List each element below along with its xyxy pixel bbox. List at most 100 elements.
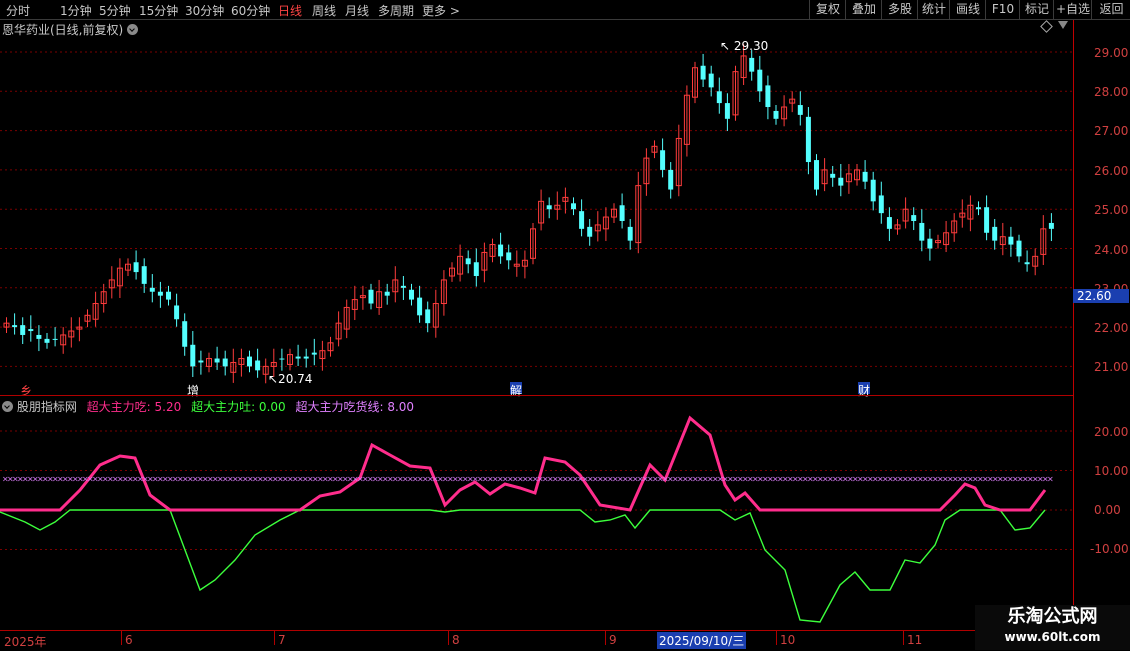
candle-body xyxy=(700,65,706,80)
candle-body xyxy=(52,338,58,340)
date-label: 7 xyxy=(278,633,286,647)
price-axis-line xyxy=(1073,20,1074,396)
high-price-label: ↖ 29.30 xyxy=(720,39,768,53)
candle-body xyxy=(182,321,188,347)
candle-body xyxy=(1024,262,1030,265)
candle-body xyxy=(757,69,763,92)
candle-body xyxy=(976,207,981,210)
indicator-value-spit: 超大主力吐: 0.00 xyxy=(191,400,286,414)
candle-body xyxy=(870,179,876,202)
event-marker[interactable]: 乡 xyxy=(20,382,32,399)
candle-body xyxy=(368,289,374,304)
candle-body xyxy=(214,358,220,363)
indicator-name[interactable]: 股朋指标网 xyxy=(17,400,77,414)
watermark-url: www.60lt.com xyxy=(1004,630,1101,644)
candle-body xyxy=(579,211,585,229)
candle-body xyxy=(279,358,285,360)
candle-body xyxy=(546,205,552,210)
candle-body xyxy=(28,329,34,332)
candle-body xyxy=(425,309,431,324)
candle-body xyxy=(838,177,844,186)
panel-divider[interactable] xyxy=(0,395,1073,396)
selected-date-badge: 2025/09/10/三 xyxy=(657,632,747,649)
current-price-badge: 22.60 xyxy=(1073,289,1129,303)
candle-body xyxy=(749,57,755,72)
candle-body xyxy=(878,195,884,214)
candle-body xyxy=(587,226,593,237)
candle-body xyxy=(190,344,196,367)
candle-body xyxy=(708,73,714,88)
candle-body xyxy=(409,289,414,300)
candle-body xyxy=(465,258,471,265)
candle-body xyxy=(384,291,390,296)
candle-body xyxy=(20,325,26,335)
price-tick: 29.00 xyxy=(1094,46,1129,60)
date-tick xyxy=(121,631,122,645)
candle-body xyxy=(571,203,576,210)
candle-body xyxy=(862,171,868,182)
candle-body xyxy=(174,305,180,320)
candle-body xyxy=(1048,222,1054,229)
candle-body xyxy=(619,205,625,221)
candle-body xyxy=(992,226,998,241)
indicator-lines: ××××××××××××××××××××××××××××××××××××××××… xyxy=(0,415,1054,623)
price-tick: 26.00 xyxy=(1094,164,1129,178)
price-tick: 22.00 xyxy=(1094,321,1129,335)
candle-body xyxy=(198,360,204,363)
dropdown-icon[interactable] xyxy=(2,401,13,412)
candle-body xyxy=(157,291,163,296)
date-tick xyxy=(605,631,606,645)
date-tick xyxy=(903,631,904,645)
candle-body xyxy=(1016,240,1022,257)
candle-body xyxy=(927,238,933,249)
candle-body xyxy=(255,360,261,371)
event-marker[interactable]: 财 xyxy=(858,382,870,399)
date-axis: 2025年 6 7 8 9 10 11 2025/09/10/三 xyxy=(0,630,1073,651)
candle-body xyxy=(668,169,674,190)
candle-body xyxy=(724,103,730,119)
candle-body xyxy=(12,325,18,328)
candle-body xyxy=(919,222,925,241)
candle-body xyxy=(911,215,917,221)
candle-body xyxy=(400,285,406,288)
candle-body xyxy=(133,262,139,273)
indicator-title: 股朋指标网 超大主力吃: 5.20 超大主力吐: 0.00 超大主力吃货线: 8… xyxy=(2,398,414,415)
indicator-tick: 10.00 xyxy=(1094,464,1129,478)
site-watermark: 乐淘公式网 www.60lt.com xyxy=(975,605,1130,650)
candle-body xyxy=(984,207,990,233)
candle-body xyxy=(716,91,722,104)
candle-body xyxy=(506,252,512,261)
threshold-dot: × xyxy=(1047,474,1054,483)
candle-body xyxy=(247,356,252,367)
candle-body xyxy=(814,160,819,190)
watermark-title: 乐淘公式网 xyxy=(1007,606,1098,627)
candle-body xyxy=(773,110,779,119)
event-marker[interactable]: 增 xyxy=(187,382,199,399)
date-label: 2025年 xyxy=(4,635,47,649)
date-tick xyxy=(776,631,777,645)
price-tick: 27.00 xyxy=(1094,124,1129,138)
candle-body xyxy=(627,226,633,241)
candle-body xyxy=(44,338,50,343)
date-tick xyxy=(448,631,449,645)
price-tick: 24.00 xyxy=(1094,243,1129,257)
date-label: 6 xyxy=(125,633,133,647)
candle-body xyxy=(141,266,147,284)
chart-canvas[interactable]: ××××××××××××××××××××××××××××××××××××××××… xyxy=(0,0,1130,650)
price-tick: 28.00 xyxy=(1094,85,1129,99)
indicator-tick: -10.00 xyxy=(1090,542,1129,556)
price-gridlines xyxy=(0,51,1073,367)
candle-body xyxy=(149,287,155,292)
candle-body xyxy=(166,291,171,300)
price-tick: 21.00 xyxy=(1094,360,1129,374)
indicator-tick: 20.00 xyxy=(1094,425,1129,439)
candlestick-series xyxy=(3,44,1054,384)
candle-body xyxy=(1008,236,1014,245)
date-label: 9 xyxy=(609,633,617,647)
event-marker[interactable]: 解 xyxy=(510,382,522,399)
date-label: 8 xyxy=(452,633,460,647)
candle-body xyxy=(660,150,666,170)
indicator-value-eat: 超大主力吃: 5.20 xyxy=(86,400,182,414)
candle-body xyxy=(417,297,423,316)
candle-body xyxy=(311,352,317,355)
